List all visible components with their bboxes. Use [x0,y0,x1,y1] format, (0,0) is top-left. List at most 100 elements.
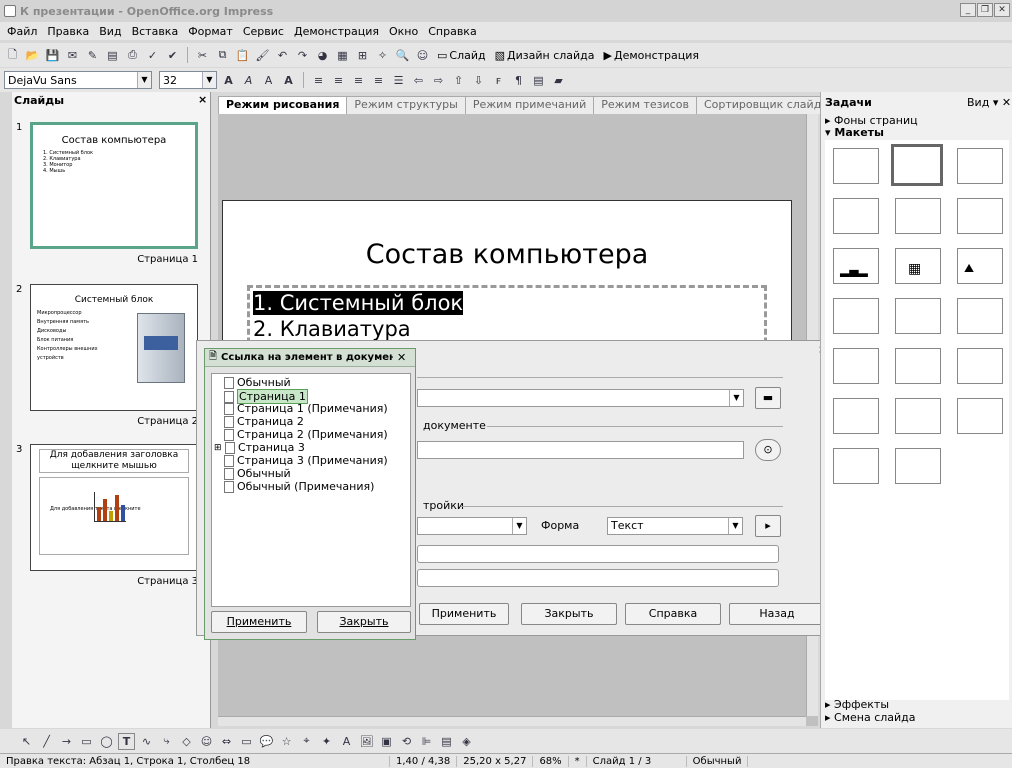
menu-view[interactable]: Вид [94,25,126,38]
slide-title[interactable]: Состав компьютера [223,239,791,270]
spellcheck-icon[interactable]: ✓ [144,47,161,64]
menu-insert[interactable]: Вставка [127,25,184,38]
help-button[interactable]: Справка [625,603,721,625]
close-button[interactable]: Закрыть [521,603,617,625]
layout-title-slide[interactable] [891,144,943,186]
back-button[interactable]: Назад [729,603,825,625]
redo-icon[interactable]: ↷ [294,47,311,64]
layout-text-object[interactable] [833,348,879,384]
callouts-icon[interactable]: 💬 [258,733,275,750]
apply-button[interactable]: Применить [419,603,509,625]
edit-file-icon[interactable]: ✎ [84,47,101,64]
horizontal-scrollbar[interactable] [218,716,806,726]
menu-format[interactable]: Формат [183,25,238,38]
clone-format-icon[interactable]: 🖌 [254,47,271,64]
stars-icon[interactable]: ☆ [278,733,295,750]
text-field[interactable] [417,545,779,563]
curve-icon[interactable]: ∿ [138,733,155,750]
layout-centered-text[interactable] [957,198,1003,234]
menu-edit[interactable]: Правка [42,25,94,38]
ellipse-icon[interactable]: ◯ [98,733,115,750]
layout-text-chart[interactable] [833,298,879,334]
italic-icon[interactable]: A [240,72,257,89]
slide-thumbnail-2[interactable]: Системный блок Микропроцессор Внутренняя… [30,284,198,411]
paragraph-icon[interactable]: ¶ [510,72,527,89]
underline-icon[interactable]: A [280,72,297,89]
slide-button[interactable]: ▭ Слайд [434,49,489,62]
restore-button[interactable]: ❐ [977,3,993,17]
layout-blank[interactable] [833,148,879,184]
events-button[interactable]: ▸ [755,515,781,537]
print-icon[interactable]: ⎙ [124,47,141,64]
basic-shapes-icon[interactable]: ◇ [178,733,195,750]
close-icon[interactable]: ✕ [397,351,406,364]
table-icon[interactable]: ▦ [334,47,351,64]
browse-folder-button[interactable]: ▬ [755,387,781,409]
tab-handout[interactable]: Режим тезисов [593,96,697,114]
symbol-shapes-icon[interactable]: ☺ [198,733,215,750]
align-right-icon[interactable]: ≡ [350,72,367,89]
tree-item[interactable]: Страница 2 (Примечания) [224,428,388,441]
menu-tools[interactable]: Сервис [238,25,289,38]
autospell-icon[interactable]: ✔ [164,47,181,64]
new-document-icon[interactable]: 🗋 [4,47,21,64]
undo-icon[interactable]: ↶ [274,47,291,64]
tree-item[interactable]: Страница 2 [224,415,304,428]
tree-item[interactable]: Страница 1 (Примечания) [224,402,388,415]
section-transition[interactable]: ▸ Смена слайда [825,711,916,724]
line-icon[interactable]: ╱ [38,733,55,750]
slide-item-1[interactable]: 1. Системный блок [253,290,764,316]
name-field[interactable] [417,569,779,587]
arrow-line-icon[interactable]: → [58,733,75,750]
character-icon[interactable]: ꜰ [490,72,507,89]
layout-text-image[interactable] [895,298,941,334]
bullets-icon[interactable]: ☰ [390,72,407,89]
justify-icon[interactable]: ≡ [370,72,387,89]
arrow-up-icon[interactable]: ⇧ [450,72,467,89]
layout-chart-text[interactable] [957,298,1003,334]
status-zoom[interactable]: 68% [533,755,569,767]
layout-object-text[interactable] [957,348,1003,384]
menu-help[interactable]: Справка [423,25,481,38]
show-draw-functions-icon[interactable]: ⊞ [354,47,371,64]
layout-text-2objects[interactable] [895,348,941,384]
tree-item[interactable]: Обычный (Примечания) [224,480,374,493]
expand-icon[interactable]: ⊞ [214,443,222,453]
slide-canvas[interactable]: Состав компьютера 1. Системный блок 2. К… [222,200,792,361]
select-icon[interactable]: ↖ [18,733,35,750]
section-effects[interactable]: ▸ Эффекты [825,698,889,711]
text-icon[interactable]: T [118,732,135,750]
menu-slideshow[interactable]: Демонстрация [289,25,384,38]
tree-item[interactable]: ⊞ Страница 3 [214,441,305,454]
tree-item[interactable]: Обычный [224,467,291,480]
layout-title-content[interactable] [957,148,1003,184]
layout-title-2content[interactable] [833,198,879,234]
arrow-right-icon[interactable]: ⇨ [430,72,447,89]
layout-image-text[interactable]: ⛰ [957,248,1003,284]
open-icon[interactable]: 📂 [24,47,41,64]
slide-thumbnail-3[interactable]: Для добавления заголовка щелкните мышью … [30,444,198,571]
layout-chart[interactable]: ▂▄▂ [833,248,879,284]
email-icon[interactable]: ✉ [64,47,81,64]
target-button[interactable]: ⊙ [755,439,781,461]
tab-outline[interactable]: Режим структуры [346,96,466,114]
close-icon[interactable]: ✕ [1002,96,1011,109]
align-center-icon[interactable]: ≡ [330,72,347,89]
rectangle-icon[interactable]: ▭ [78,733,95,750]
tree-item[interactable]: Обычный [224,376,291,389]
arrow-down-icon[interactable]: ⇩ [470,72,487,89]
layout-object-over-text[interactable] [833,398,879,434]
rotate-icon[interactable]: ⟲ [398,733,415,750]
frame-select[interactable]: ▼ [417,517,527,535]
align-left-icon[interactable]: ≡ [310,72,327,89]
url-field[interactable]: ▼ [417,389,744,407]
layout-2objects-over-text[interactable] [957,398,1003,434]
navigator-apply-button[interactable]: Применить [211,611,307,633]
navigator-icon[interactable]: ✧ [374,47,391,64]
copy-icon[interactable]: ⧉ [214,47,231,64]
slide-design-button[interactable]: ▧ Дизайн слайда [492,49,598,62]
cut-icon[interactable]: ✂ [194,47,211,64]
area-icon[interactable]: ▰ [550,72,567,89]
layout-table[interactable]: ▦ [895,248,941,284]
font-size-select[interactable]: 32 ▼ [159,71,217,89]
